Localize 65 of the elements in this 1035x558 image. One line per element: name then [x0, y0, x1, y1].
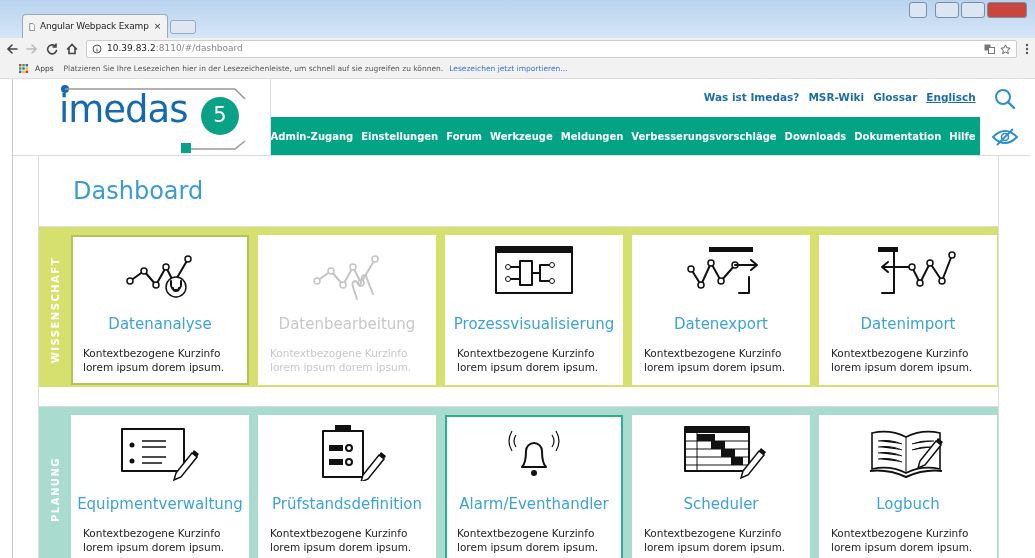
tile-description: Kontextbezogene Kurzinfo lorem ipsum dorem ipsum.: [830, 525, 973, 555]
hidden-eye-icon[interactable]: [990, 128, 1019, 146]
nav-link[interactable]: Hilfe: [949, 128, 976, 144]
logo-text: imedas: [59, 91, 188, 128]
nav-link[interactable]: Forum: [446, 128, 482, 144]
url-host: 10.39.83.2: [107, 43, 156, 54]
new-tab-button[interactable]: [170, 20, 196, 34]
tile-description: Kontextbezogene Kurzinfo lorem ipsum dorem ipsum.: [269, 525, 412, 555]
menu-icon[interactable]: [1025, 43, 1029, 55]
minimize-button[interactable]: [935, 2, 959, 18]
dashboard-tile[interactable]: Scheduler Kontextbezogene Kurzinfo lorem ipsum dorem ipsum.: [632, 415, 810, 558]
translate-icon[interactable]: [984, 44, 995, 54]
tile-title: Equipmentverwaltung: [77, 494, 243, 515]
header-link[interactable]: Glossar: [873, 90, 918, 106]
section-label: WISSENSCHAFT: [48, 256, 62, 364]
tile-description: Kontextbezogene Kurzinfo lorem ipsum dorem ipsum.: [82, 345, 225, 375]
url-path: :8110/#/dashboard: [155, 43, 243, 54]
dashboard-tile[interactable]: Prüfstandsdefinition Kontextbezogene Kurzinfo lorem ipsum dorem ipsum.: [258, 415, 436, 558]
nav-link[interactable]: Werkzeuge: [490, 128, 553, 144]
tile-title: Prozessvisualisierung: [453, 314, 615, 335]
tile-title: Logbuch: [876, 494, 940, 515]
search-icon[interactable]: [993, 88, 1016, 110]
header-link[interactable]: Englisch: [926, 90, 976, 106]
tile-title: Datenanalyse: [108, 314, 212, 335]
tile-title: Scheduler: [683, 494, 759, 515]
info-icon: [92, 44, 102, 54]
nav-link[interactable]: Meldungen: [560, 128, 624, 144]
header-link[interactable]: MSR-Wiki: [808, 90, 865, 106]
home-icon[interactable]: [66, 43, 78, 55]
dashboard-tile[interactable]: Prozessvisualisierung Kontextbezogene Kurzinfo lorem ipsum dorem ipsum.: [445, 235, 623, 385]
tile-title: Datenimport: [860, 314, 956, 335]
tile-description: Kontextbezogene Kurzinfo lorem ipsum dorem ipsum.: [643, 345, 786, 375]
tile-title: Prüfstandsdefinition: [271, 494, 423, 515]
reload-icon[interactable]: [46, 43, 58, 55]
tile-title: Alarm/Eventhandler: [459, 494, 609, 515]
tile-description: Kontextbezogene Kurzinfo lorem ipsum dorem ipsum.: [830, 345, 973, 375]
section-label: PLANUNG: [48, 457, 62, 523]
dashboard-tile[interactable]: Logbuch Kontextbezogene Kurzinfo lorem ipsum dorem ipsum.: [819, 415, 997, 558]
nav-link[interactable]: Downloads: [784, 128, 847, 144]
tile-description: Kontextbezogene Kurzinfo lorem ipsum dorem ipsum.: [456, 345, 599, 375]
tile-title: Datenexport: [674, 314, 768, 335]
apps-icon[interactable]: [19, 64, 29, 74]
tile-description: Kontextbezogene Kurzinfo lorem ipsum dorem ipsum.: [82, 525, 225, 555]
tile-description: Kontextbezogene Kurzinfo lorem ipsum dorem ipsum.: [643, 525, 786, 555]
star-icon[interactable]: [1000, 43, 1011, 55]
dashboard-tile[interactable]: Datenimport Kontextbezogene Kurzinfo lorem ipsum dorem ipsum.: [819, 235, 997, 385]
dashboard-tile[interactable]: Datenanalyse Kontextbezogene Kurzinfo lorem ipsum dorem ipsum.: [71, 235, 249, 385]
dashboard-tile[interactable]: Alarm/Eventhandler Kontextbezogene Kurzinfo lorem ipsum dorem ipsum.: [445, 415, 623, 558]
version-badge: 5: [201, 97, 239, 135]
nav-link[interactable]: Dokumentation: [854, 128, 942, 144]
nav-link[interactable]: Einstellungen: [361, 128, 439, 144]
maximize-button[interactable]: [961, 2, 985, 18]
browser-tab[interactable]: Angular Webpack Examp ×: [22, 14, 168, 38]
page-icon: [29, 21, 36, 32]
tile-description: Kontextbezogene Kurzinfo lorem ipsum dorem ipsum.: [456, 525, 599, 555]
page-title: Dashboard: [73, 176, 204, 206]
nav-link[interactable]: Verbesserungsvorschläge: [631, 128, 777, 144]
nav-link[interactable]: Admin-Zugang: [270, 128, 354, 144]
header-link[interactable]: Was ist Imedas?: [703, 90, 800, 106]
user-button[interactable]: [909, 2, 927, 18]
close-button[interactable]: ×: [153, 19, 161, 34]
address-field[interactable]: 10.39.83.2:8110/#/dashboard: [86, 40, 1017, 58]
dashboard-tile[interactable]: Equipmentverwaltung Kontextbezogene Kurzinfo lorem ipsum dorem ipsum.: [71, 415, 249, 558]
dashboard-tile[interactable]: Datenexport Kontextbezogene Kurzinfo lorem ipsum dorem ipsum.: [632, 235, 810, 385]
back-icon[interactable]: [6, 43, 18, 55]
